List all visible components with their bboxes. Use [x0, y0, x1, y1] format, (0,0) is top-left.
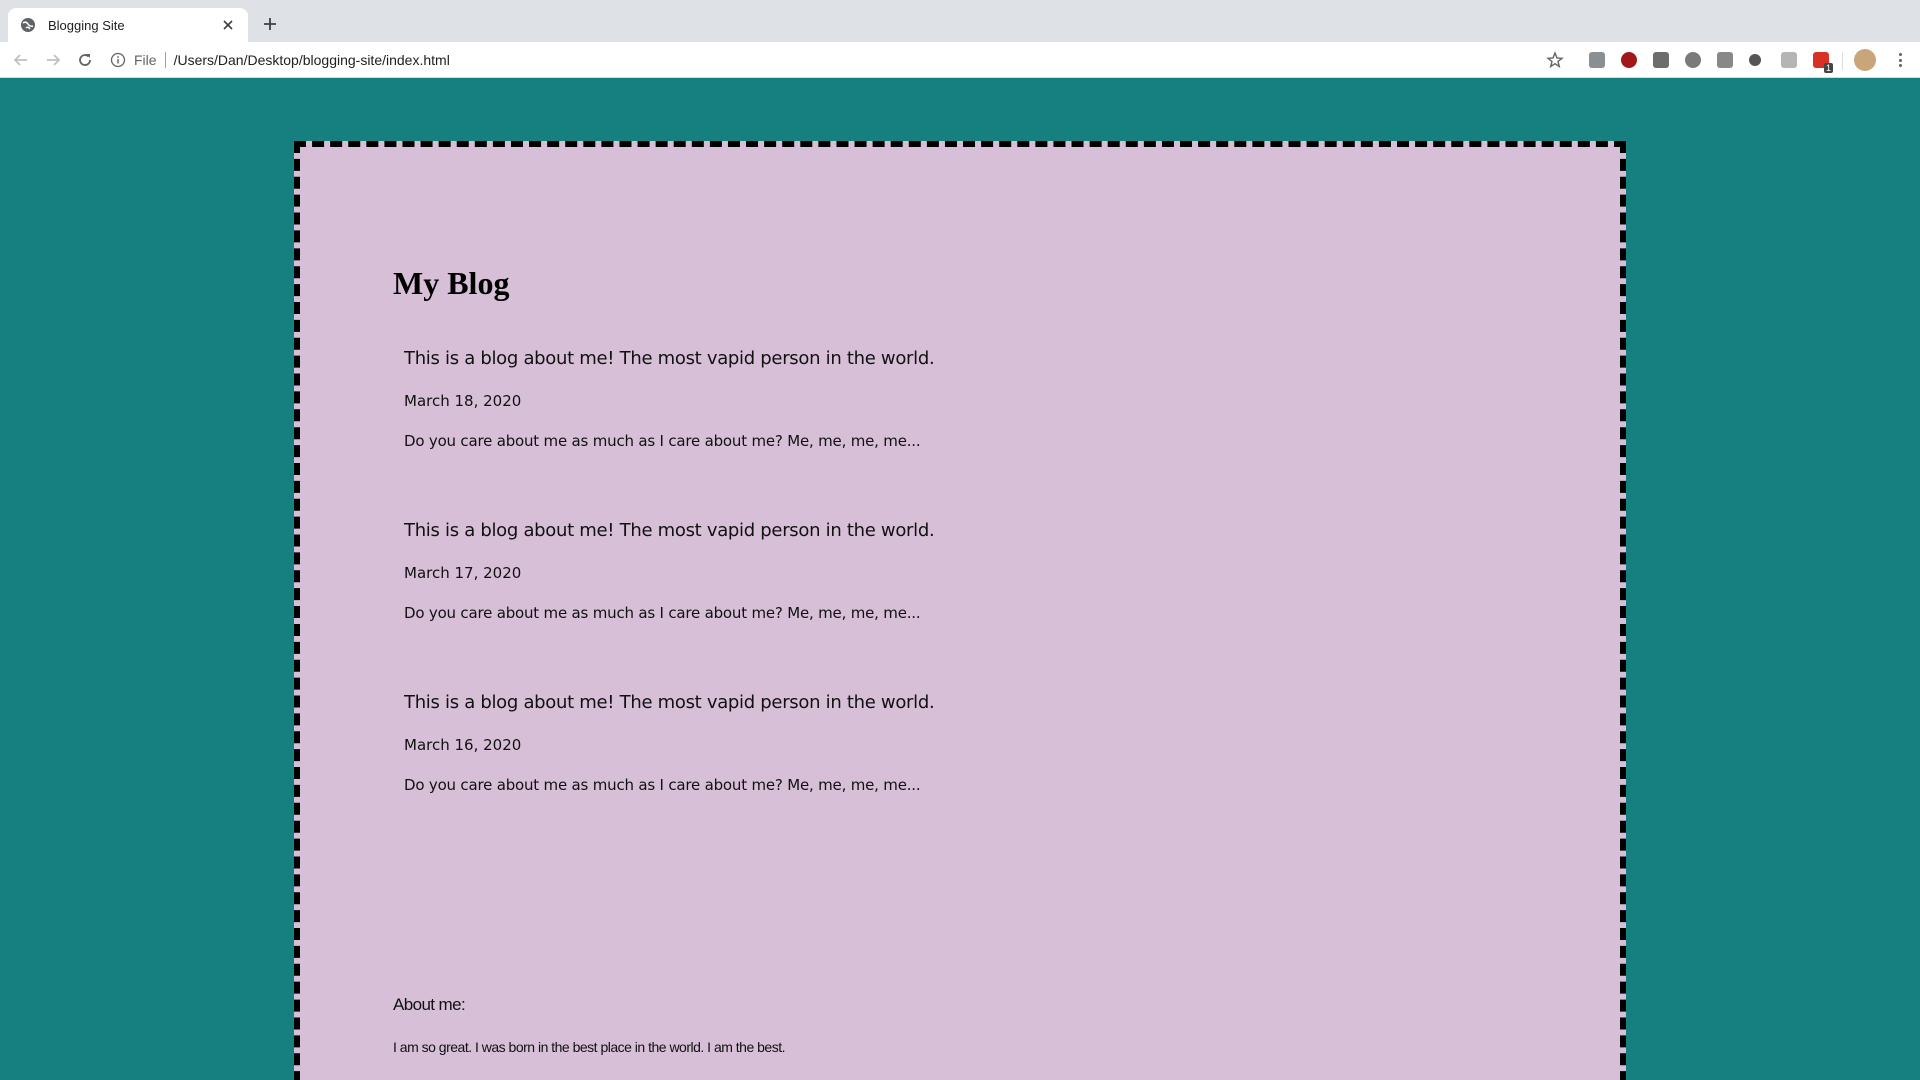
post-title: This is a blog about me! The most vapid …: [404, 520, 935, 541]
post-excerpt: Do you care about me as much as I care a…: [404, 604, 921, 622]
url-scheme-label: File: [134, 52, 157, 68]
post-date: March 16, 2020: [404, 736, 522, 754]
new-tab-button[interactable]: [260, 14, 280, 34]
address-bar[interactable]: File /Users/Dan/Desktop/blogging-site/in…: [110, 46, 1570, 74]
s-ext-icon[interactable]: [1653, 52, 1669, 68]
about-text: I am so great. I was born in the best pl…: [393, 1039, 786, 1055]
post-date: March 18, 2020: [404, 392, 522, 410]
post-date: March 17, 2020: [404, 564, 522, 582]
blog-container: My Blog This is a blog about me! The mos…: [294, 141, 1626, 1080]
post-title: This is a blog about me! The most vapid …: [404, 692, 935, 713]
about-heading: About me:: [393, 995, 466, 1014]
profile-avatar[interactable]: [1854, 49, 1876, 71]
extension-badge: 1: [1823, 63, 1833, 73]
translate-ext-icon[interactable]: [1781, 52, 1797, 68]
post-title: This is a blog about me! The most vapid …: [404, 348, 935, 369]
browser-tab[interactable]: Blogging Site: [8, 8, 248, 42]
info-icon[interactable]: [110, 52, 126, 68]
dark-circle-ext-icon[interactable]: [1749, 54, 1761, 66]
tab-title: Blogging Site: [48, 17, 125, 33]
url-divider: [164, 52, 166, 68]
reload-icon[interactable]: [74, 49, 96, 71]
close-icon[interactable]: [220, 17, 236, 33]
globe-icon: [20, 17, 36, 33]
menu-dots-icon[interactable]: [1892, 50, 1908, 70]
toolbar-divider: [1842, 52, 1843, 70]
post-excerpt: Do you care about me as much as I care a…: [404, 432, 921, 450]
red-badge-ext-icon[interactable]: 1: [1813, 52, 1833, 73]
back-arrow-icon[interactable]: [10, 49, 32, 71]
mail-ext-icon[interactable]: [1589, 52, 1605, 68]
browser-toolbar: File /Users/Dan/Desktop/blogging-site/in…: [0, 42, 1920, 78]
url-text[interactable]: /Users/Dan/Desktop/blogging-site/index.h…: [174, 52, 450, 68]
ublock-icon[interactable]: [1621, 52, 1637, 68]
circle-ext-icon[interactable]: [1685, 52, 1701, 68]
tab-strip: Blogging Site: [0, 0, 1920, 42]
page-title: My Blog: [393, 265, 510, 301]
forward-arrow-icon[interactable]: [42, 49, 64, 71]
post-excerpt: Do you care about me as much as I care a…: [404, 776, 921, 794]
bookmark-star-icon[interactable]: [1546, 51, 1564, 69]
g-ext-icon[interactable]: [1717, 52, 1733, 68]
